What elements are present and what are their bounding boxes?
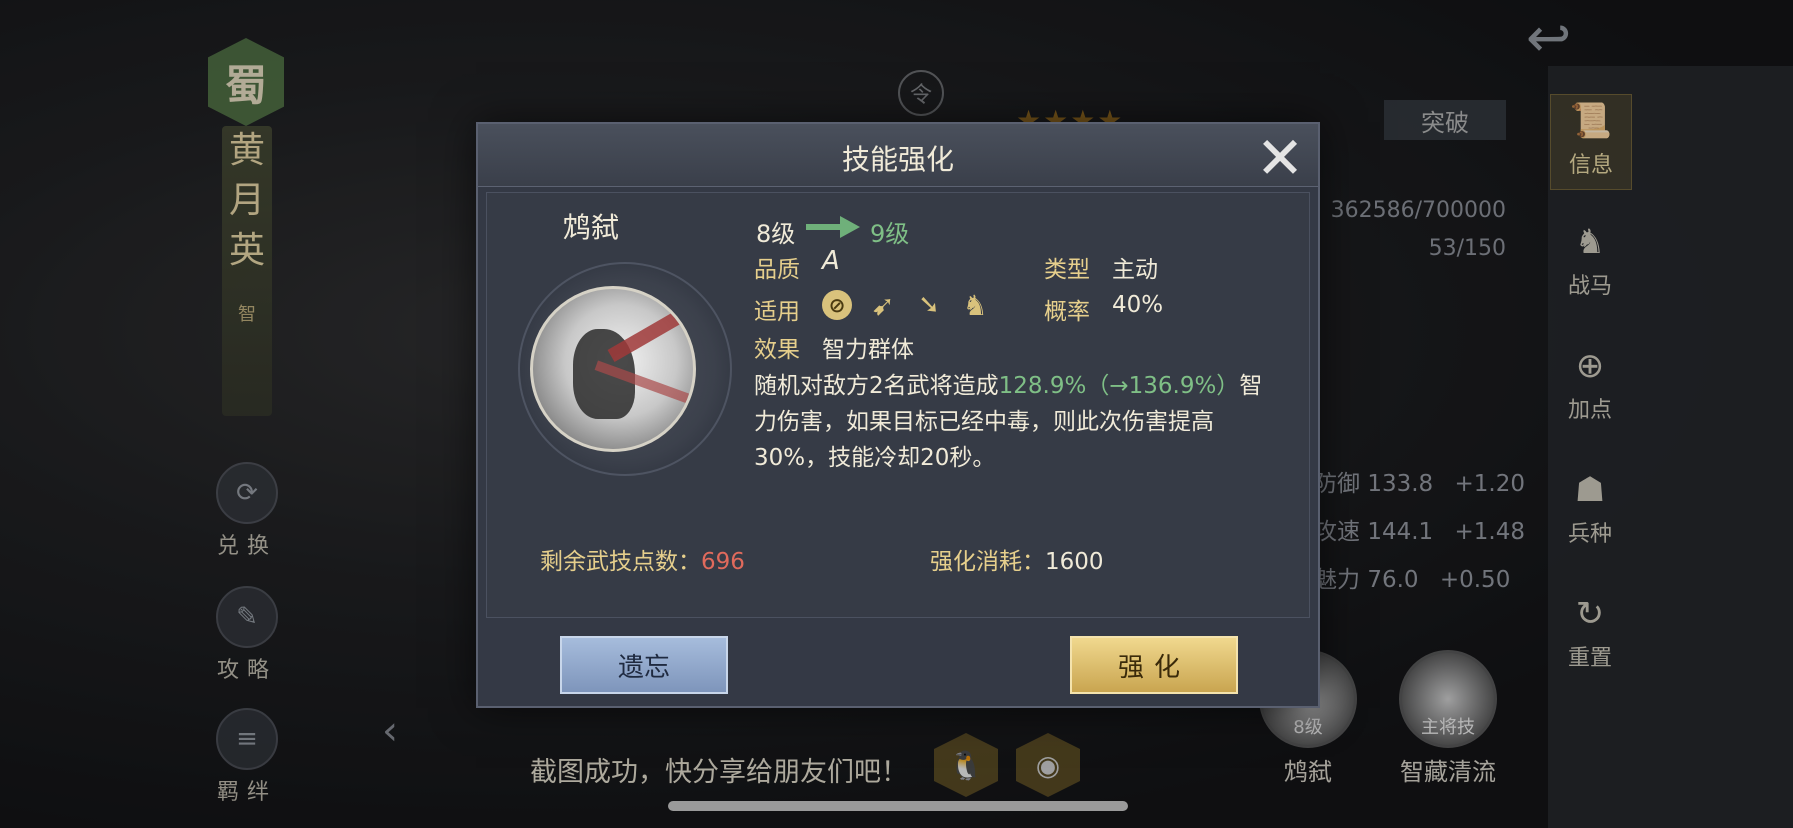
- bond-label: 羁绊: [216, 780, 277, 805]
- command-token-icon: 令: [898, 70, 944, 116]
- enhance-cost: 强化消耗：1600: [930, 542, 1104, 576]
- attr-bonus: +1.20: [1454, 471, 1525, 497]
- prev-hero-arrow-icon[interactable]: ‹: [382, 708, 398, 754]
- breakthrough-button[interactable]: 突破: [1384, 100, 1506, 140]
- attr-name: 攻速: [1314, 519, 1360, 545]
- attr-defense: 防御 133.8 +1.20: [1314, 464, 1525, 498]
- attr-bonus: +1.48: [1454, 519, 1525, 545]
- forget-button[interactable]: 遗忘: [560, 636, 728, 694]
- type-label: 类型: [1044, 257, 1090, 283]
- skill-name: 鸩弑: [1284, 758, 1332, 786]
- attr-bonus: +0.50: [1439, 567, 1511, 593]
- sidebar-item-horse[interactable]: ♞ 战马: [1555, 222, 1625, 300]
- skill-portrait-icon: [530, 286, 696, 452]
- sidebar-item-label: 兵种: [1567, 522, 1612, 547]
- effect-label: 效果: [754, 337, 800, 363]
- dialog-header: 技能强化 ✕: [478, 124, 1318, 187]
- hero-name-char: 月: [228, 180, 265, 221]
- remaining-points: 剩余武技点数：696: [540, 542, 745, 576]
- desc-prefix: 随机对敌方2名武将造成: [754, 373, 999, 399]
- enhance-button[interactable]: 强化: [1070, 636, 1238, 694]
- type-value: 主动: [1112, 257, 1158, 283]
- add-point-icon: ⊕: [1575, 346, 1605, 386]
- level-progress: 53/150: [1428, 236, 1506, 261]
- level-to: 9级: [870, 220, 910, 248]
- close-icon[interactable]: ✕: [1252, 129, 1308, 187]
- rate-value: 40%: [1112, 292, 1164, 318]
- sidebar-item-add-point[interactable]: ⊕ 加点: [1555, 346, 1625, 424]
- quality-value: A: [822, 246, 840, 276]
- soldier-icon: ☗: [1574, 470, 1606, 510]
- hero-name-char: 黄: [228, 130, 265, 171]
- shield-weapon-icon: ⊘: [822, 290, 852, 320]
- sidebar-item-soldier[interactable]: ☗ 兵种: [1555, 470, 1625, 548]
- spear-icon: ➘: [918, 290, 940, 320]
- exchange-button[interactable]: ⟳ 兑换: [212, 462, 282, 560]
- strategy-button[interactable]: ✎ 攻略: [212, 586, 282, 684]
- attr-attack-speed: 攻速 144.1 +1.48: [1314, 512, 1525, 546]
- attr-value: 76.0: [1367, 567, 1419, 593]
- sidebar-item-label: 战马: [1567, 274, 1612, 299]
- sidebar-item-label: 重置: [1567, 646, 1612, 671]
- skill-level: 8级: [1293, 717, 1323, 738]
- bond-icon: ≡: [216, 708, 278, 770]
- remaining-value: 696: [701, 549, 745, 575]
- skill-enhance-dialog: 技能强化 ✕ 鸩弑 8级 9级 品质 A 类型 主动 适用 ⊘ ➹ ➘ ♞ 概率…: [476, 122, 1320, 708]
- attr-value: 133.8: [1367, 471, 1434, 497]
- skill-name: 智藏清流: [1400, 758, 1496, 786]
- rate-label: 概率: [1044, 299, 1090, 325]
- skill-name: 鸩弑: [563, 211, 620, 244]
- skill-description: 随机对敌方2名武将造成128.9%（→136.9%）智力伤害，如果目标已经中毒，…: [754, 368, 1274, 476]
- sidebar-item-info[interactable]: 📜 信息: [1550, 94, 1632, 190]
- dialog-title: 技能强化: [841, 143, 954, 176]
- skill-icon: 主将技: [1399, 650, 1497, 748]
- cost-label: 强化消耗：: [930, 549, 1045, 575]
- hero-name-column: 黄 月 英 智: [222, 126, 272, 416]
- back-icon[interactable]: ↩: [1526, 6, 1571, 69]
- attr-name: 魅力: [1314, 567, 1360, 593]
- apply-label: 适用: [754, 299, 800, 325]
- attr-name: 防御: [1314, 471, 1360, 497]
- sidebar-item-label: 信息: [1568, 153, 1613, 178]
- skill-level: 主将技: [1421, 717, 1475, 738]
- attr-value: 144.1: [1367, 519, 1434, 545]
- exp-value: 362586/700000: [1330, 198, 1506, 223]
- remaining-label: 剩余武技点数：: [540, 549, 701, 575]
- quality-label: 品质: [754, 257, 800, 283]
- sidebar-item-label: 加点: [1567, 398, 1612, 423]
- share-toast: 截图成功，快分享给朋友们吧！: [530, 757, 908, 788]
- bottom-skill-2[interactable]: 主将技 智藏清流: [1388, 650, 1508, 787]
- exchange-icon: ⟳: [216, 462, 278, 524]
- bow-icon: ➹: [871, 288, 895, 322]
- strategy-label: 攻略: [216, 658, 277, 683]
- exchange-label: 兑换: [216, 534, 277, 559]
- desc-highlight: 128.9%（→136.9%）: [998, 373, 1240, 399]
- cost-value: 1600: [1045, 549, 1104, 575]
- arrow-right-icon: [806, 216, 860, 238]
- scroll-icon: ✎: [216, 586, 278, 648]
- scroll-icon: 📜: [1569, 101, 1613, 141]
- reset-icon: ↻: [1575, 594, 1605, 634]
- horse-icon: ♞: [962, 288, 988, 322]
- sidebar-item-reset[interactable]: ↻ 重置: [1555, 594, 1625, 672]
- hero-name-char: 英: [228, 230, 265, 271]
- horse-icon: ♞: [1574, 222, 1606, 262]
- attr-charm: 魅力 76.0 +0.50: [1314, 560, 1510, 594]
- level-from: 8级: [756, 220, 796, 248]
- bond-button[interactable]: ≡ 羁绊: [212, 708, 282, 806]
- home-indicator: [668, 801, 1128, 811]
- effect-value: 智力群体: [822, 337, 914, 363]
- hero-class-tag: 智: [238, 304, 256, 325]
